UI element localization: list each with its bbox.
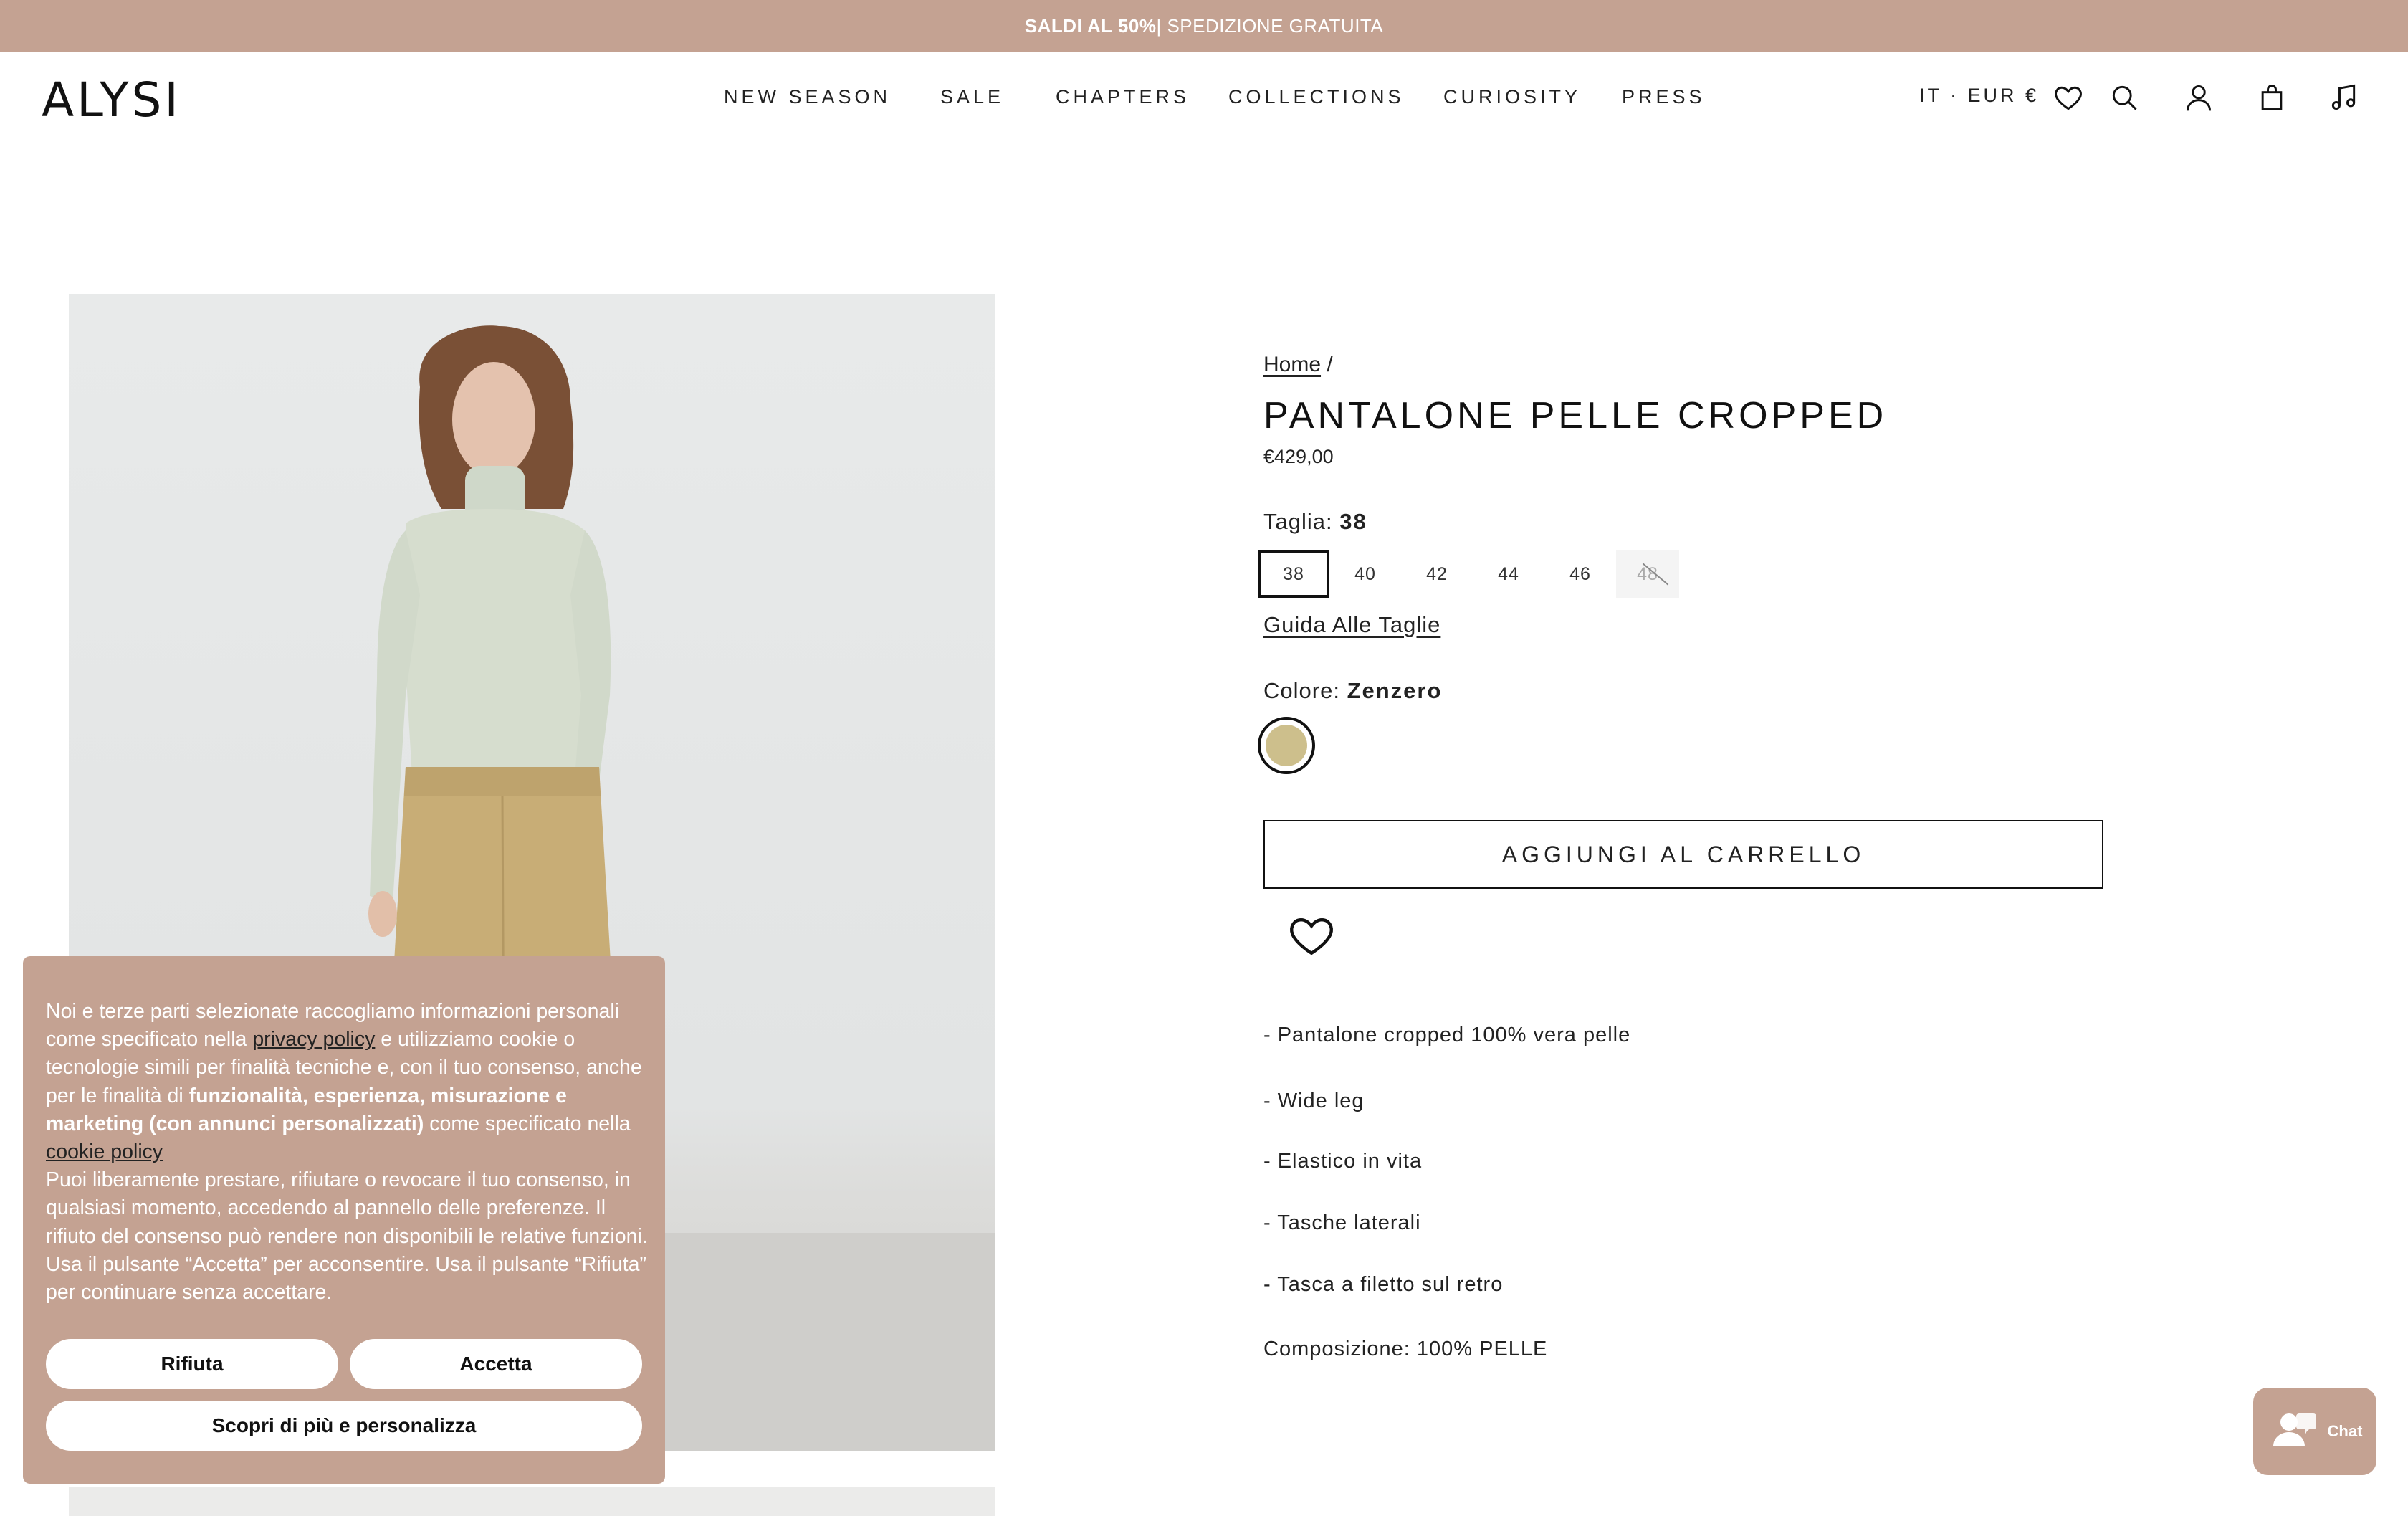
nav-curiosity[interactable]: CURIOSITY xyxy=(1443,86,1581,108)
wishlist-heart-icon[interactable] xyxy=(1286,910,1337,960)
nav-press[interactable]: PRESS xyxy=(1622,86,1706,108)
cookie-banner: Noi e terze parti selezionate raccogliam… xyxy=(23,956,665,1484)
cookie-text-part: come specificato nella xyxy=(424,1112,631,1135)
bag-icon[interactable] xyxy=(2256,82,2288,113)
announcement-bar: SALDI AL 50% | SPEDIZIONE GRATUITA xyxy=(0,0,2408,52)
nav-new-season[interactable]: NEW SEASON xyxy=(724,86,891,108)
feature-item: - Pantalone cropped 100% vera pelle xyxy=(1263,1024,1631,1047)
nav-collections[interactable]: COLLECTIONS xyxy=(1228,86,1405,108)
feature-item: - Tasca a filetto sul retro xyxy=(1263,1273,1504,1296)
size-option-38[interactable]: 38 xyxy=(1258,550,1329,598)
size-selected-value: 38 xyxy=(1339,509,1367,534)
music-icon[interactable] xyxy=(2328,82,2359,113)
accept-button[interactable]: Accetta xyxy=(350,1339,642,1389)
size-option-40[interactable]: 40 xyxy=(1329,550,1401,598)
chat-icon xyxy=(2273,1413,2316,1446)
nav-chapters[interactable]: CHAPTERS xyxy=(1056,86,1190,108)
privacy-policy-link[interactable]: privacy policy xyxy=(252,1028,375,1051)
reject-button[interactable]: Rifiuta xyxy=(46,1339,338,1389)
size-option-46[interactable]: 46 xyxy=(1544,550,1616,598)
size-options: 38 40 42 44 46 48 xyxy=(1258,550,1759,598)
color-swatch-fill xyxy=(1266,725,1307,766)
size-label: Taglia: 38 xyxy=(1263,509,1367,535)
size-option-42[interactable]: 42 xyxy=(1401,550,1473,598)
wishlist-icon[interactable] xyxy=(2053,82,2084,113)
nav-sale[interactable]: SALE xyxy=(940,86,1004,108)
customize-button[interactable]: Scopri di più e personalizza xyxy=(46,1401,642,1451)
product-title: PANTALONE PELLE CROPPED xyxy=(1263,395,1888,437)
composition: Composizione: 100% PELLE xyxy=(1263,1338,1548,1360)
size-label-text: Taglia: xyxy=(1263,509,1333,534)
product-image-secondary[interactable] xyxy=(69,1487,995,1516)
cookie-text: Noi e terze parti selezionate raccogliam… xyxy=(46,998,648,1307)
announcement-shipping: | SPEDIZIONE GRATUITA xyxy=(1156,14,1384,37)
chat-widget[interactable]: Chat xyxy=(2253,1388,2376,1475)
breadcrumb-separator: / xyxy=(1327,353,1333,376)
announcement-sale: SALDI AL 50% xyxy=(1024,14,1157,37)
cookie-text-part: Puoi liberamente prestare, rifiutare o r… xyxy=(46,1168,648,1305)
chat-label: Chat xyxy=(2327,1422,2363,1440)
feature-item: - Elastico in vita xyxy=(1263,1150,1423,1173)
feature-item: - Wide leg xyxy=(1263,1090,1365,1112)
breadcrumb: Home / xyxy=(1263,353,1333,377)
size-option-48[interactable]: 48 xyxy=(1616,550,1679,598)
add-to-cart-button[interactable]: AGGIUNGI AL CARRELLO xyxy=(1263,820,2103,889)
main-nav: NEW SEASON SALE CHAPTERS COLLECTIONS CUR… xyxy=(0,86,2408,115)
locale-selector[interactable]: IT · EUR € xyxy=(1919,85,2039,107)
color-selected-value: Zenzero xyxy=(1347,678,1443,703)
breadcrumb-home[interactable]: Home xyxy=(1263,353,1321,376)
color-swatch-zenzero[interactable] xyxy=(1258,717,1315,774)
product-price: €429,00 xyxy=(1263,446,1334,467)
color-label: Colore: Zenzero xyxy=(1263,678,1442,704)
size-option-44[interactable]: 44 xyxy=(1473,550,1544,598)
cookie-policy-link[interactable]: cookie policy xyxy=(46,1140,163,1163)
color-label-text: Colore: xyxy=(1263,678,1340,703)
size-guide-link[interactable]: Guida Alle Taglie xyxy=(1263,612,1440,638)
account-icon[interactable] xyxy=(2183,82,2214,113)
feature-item: - Tasche laterali xyxy=(1263,1211,1421,1234)
site-header: ALYSI NEW SEASON SALE CHAPTERS COLLECTIO… xyxy=(0,52,2408,145)
search-icon[interactable] xyxy=(2108,82,2140,113)
